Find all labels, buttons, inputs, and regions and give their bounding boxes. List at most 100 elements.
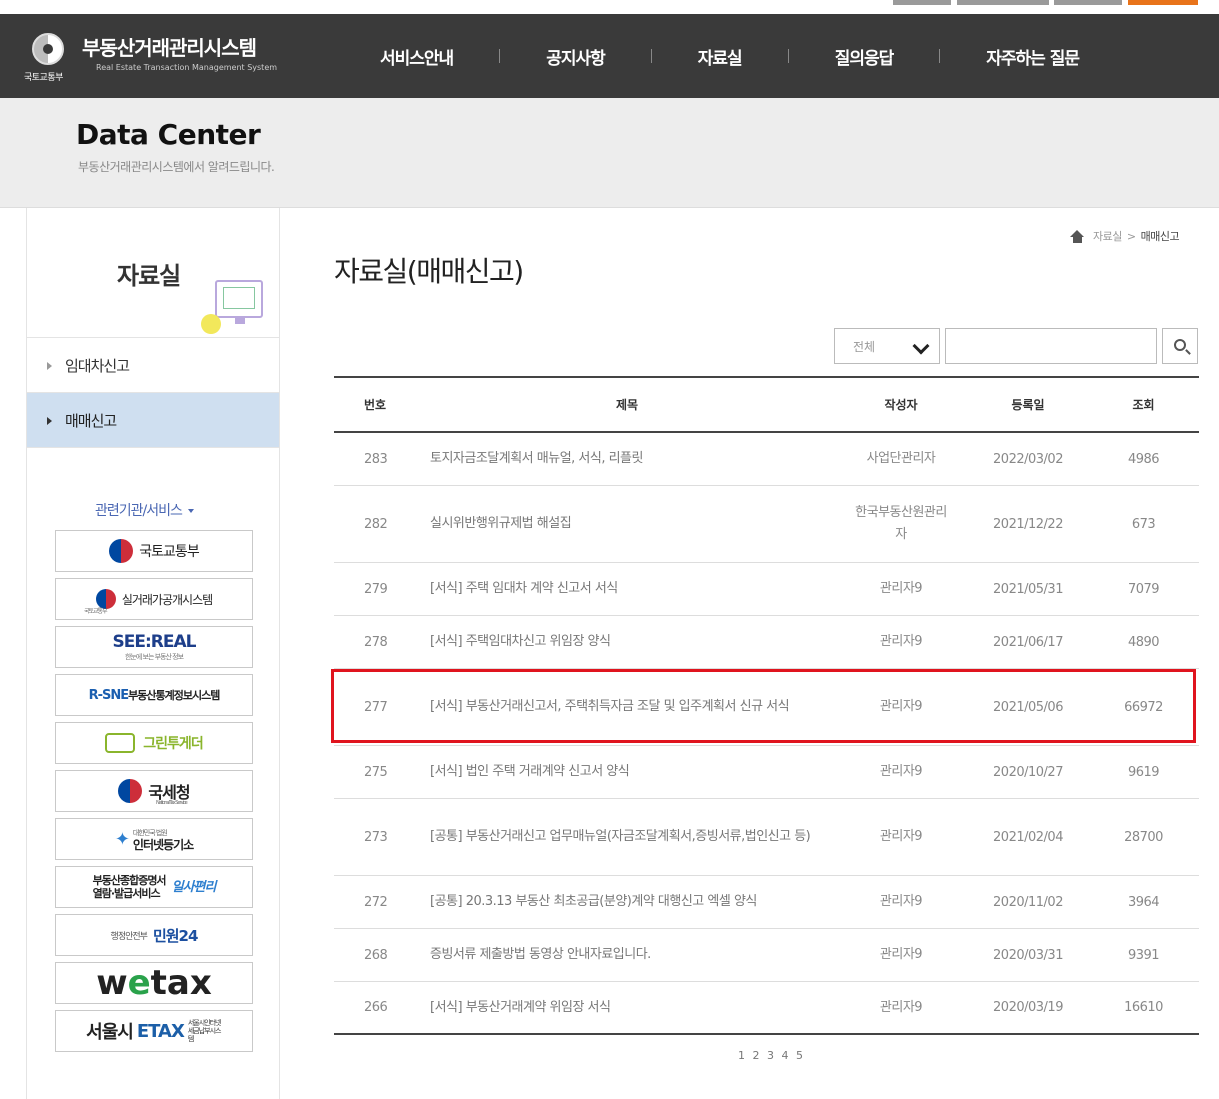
banner-ilsa[interactable]: 부동산종합증명서 열람·발급서비스 일사편리 — [55, 866, 253, 908]
util-button[interactable] — [1128, 0, 1198, 5]
related-services-label: 관련기관/서비스 — [95, 503, 183, 519]
cell-title-link[interactable]: [서식] 주택 임대차 계약 신고서 서식 — [420, 578, 834, 600]
nav-qna[interactable]: 질의응답 — [835, 44, 895, 69]
related-services-toggle[interactable]: 관련기관/서비스 — [95, 500, 194, 520]
util-button[interactable] — [893, 0, 951, 5]
section-title: Data Center — [76, 118, 261, 151]
nav-divider — [939, 49, 941, 63]
cell-views: 7079 — [1127, 581, 1160, 597]
banner-iros[interactable]: ✦ 대한민국 법원 인터넷등기소 — [55, 818, 253, 860]
cell-views: 16610 — [1124, 1000, 1163, 1015]
banner-nts[interactable]: 국세청 National Tax Service — [55, 770, 253, 812]
table-row[interactable]: 278 [서식] 주택임대차신고 위임장 양식 관리자9 2021/06/17 … — [334, 616, 1199, 669]
cell-title-link[interactable]: [서식] 법인 주택 거래계약 신고서 양식 — [420, 761, 834, 783]
banner-label: SEE:REAL — [112, 632, 197, 652]
cell-no: 275 — [364, 764, 388, 780]
banner-rsne[interactable]: R-SNE 부동산통계정보시스템 — [55, 674, 253, 716]
sub-visual-banner: Data Center 부동산거래관리시스템에서 알려드립니다. — [0, 98, 1219, 208]
banner-label: 부동산통계정보시스템 — [128, 689, 220, 702]
cell-no: 266 — [364, 1000, 388, 1015]
banner-brand: ETAX — [136, 1020, 185, 1042]
cell-writer: 관리자9 — [879, 699, 923, 714]
cell-writer: 관리자9 — [879, 634, 923, 649]
monitor-illustration-icon — [215, 280, 263, 324]
breadcrumb: 자료실 > 매매신고 — [1070, 228, 1180, 244]
banner-green-together[interactable]: 그린투게더 — [55, 722, 253, 764]
table-row[interactable]: 272 [공통] 20.3.13 부동산 최초공급(분양)계약 대행신고 엑셀 … — [334, 876, 1199, 929]
cell-title-link[interactable]: [서식] 부동산거래계약 위임장 서식 — [420, 997, 834, 1019]
cell-title-link[interactable]: [공통] 20.3.13 부동산 최초공급(분양)계약 대행신고 엑셀 양식 — [420, 891, 834, 913]
banner-label: 국토교통부 — [139, 544, 199, 560]
chevron-down-icon — [912, 337, 930, 355]
table-row[interactable]: 283 토지자금조달계획서 매뉴얼, 서식, 리플릿 사업단관리자 2022/0… — [334, 433, 1199, 486]
util-button[interactable] — [1054, 0, 1122, 5]
cell-title-link[interactable]: [공통] 부동산거래신고 업무매뉴얼(자금조달계획서,증빙서류,법인신고 등) — [420, 826, 834, 848]
sidebar-item-lease-report[interactable]: 임대차신고 — [27, 338, 279, 393]
nav-datacenter[interactable]: 자료실 — [698, 44, 743, 69]
table-row[interactable]: 275 [서식] 법인 주택 거래계약 신고서 양식 관리자9 2020/10/… — [334, 746, 1199, 799]
nav-notice[interactable]: 공지사항 — [546, 44, 606, 69]
banner-minwon24[interactable]: 행정안전부 민원24 — [55, 914, 253, 956]
cell-title-link[interactable]: [서식] 부동산거래신고서, 주택취득자금 조달 및 입주계획서 신규 서식 — [420, 696, 834, 718]
taegeuk-icon — [95, 589, 116, 609]
page-link[interactable]: 1 — [738, 1049, 746, 1062]
table-row[interactable]: 273 [공통] 부동산거래신고 업무매뉴얼(자금조달계획서,증빙서류,법인신고… — [334, 799, 1199, 876]
search-category-select[interactable]: 전체 — [834, 328, 940, 364]
search-button[interactable] — [1162, 328, 1198, 364]
home-icon[interactable] — [1070, 229, 1085, 243]
table-header: 번호 제목 작성자 등록일 조회 — [334, 378, 1199, 433]
cell-views: 3964 — [1127, 894, 1160, 910]
banner-label: 민원24 — [152, 926, 198, 945]
nav-divider — [499, 49, 501, 63]
logo-subtitle: Real Estate Transaction Management Syste… — [96, 63, 278, 72]
breadcrumb-current: 매매신고 — [1140, 230, 1180, 243]
banner-label: w — [96, 963, 128, 1003]
banner-wetax[interactable]: w e tax — [55, 962, 253, 1004]
search-input[interactable] — [945, 328, 1157, 364]
cell-no: 282 — [364, 516, 388, 532]
banner-tag: 서울시인터넷세금납부시스템 — [187, 1019, 222, 1043]
table-row[interactable]: 279 [서식] 주택 임대차 계약 신고서 서식 관리자9 2021/05/3… — [334, 563, 1199, 616]
cell-date: 2021/05/31 — [993, 581, 1063, 597]
banner-rtms[interactable]: 실거래가공개시스템 국토교통부 — [55, 578, 253, 620]
breadcrumb-parent[interactable]: 자료실 — [1093, 228, 1122, 244]
table-row[interactable]: 268 증빙서류 제출방법 동영상 안내자료입니다. 관리자9 2020/03/… — [334, 929, 1199, 982]
cell-title-link[interactable]: [서식] 주택임대차신고 위임장 양식 — [420, 631, 834, 653]
nav-service[interactable]: 서비스안내 — [380, 44, 454, 69]
banner-tag: 행정안전부 — [110, 931, 148, 942]
table-row[interactable]: 266 [서식] 부동산거래계약 위임장 서식 관리자9 2020/03/19 … — [334, 982, 1199, 1035]
banner-molit[interactable]: 국토교통부 — [55, 530, 253, 572]
page-link[interactable]: 5 — [796, 1049, 804, 1062]
table-row[interactable]: 277 [서식] 부동산거래신고서, 주택취득자금 조달 및 입주계획서 신규 … — [334, 669, 1199, 746]
banner-seereal[interactable]: SEE:REAL 한눈에 보는 부동산 정보 — [55, 626, 253, 668]
page-link[interactable]: 3 — [767, 1049, 775, 1062]
court-star-icon: ✦ — [114, 828, 130, 850]
table-row[interactable]: 282 실시위반행위규제법 해설집 한국부동산원관리자 2021/12/22 6… — [334, 486, 1199, 563]
taegeuk-icon — [109, 539, 134, 563]
cell-title-link[interactable]: 증빙서류 제출방법 동영상 안내자료입니다. — [420, 944, 834, 966]
site-logo[interactable]: 국토교통부 부동산거래관리시스템 Real Estate Transaction… — [24, 30, 294, 86]
pagination: 1 2 3 4 5 — [738, 1049, 806, 1062]
nav-divider — [787, 49, 789, 63]
banner-text-group: 대한민국 법원 인터넷등기소 — [132, 827, 194, 852]
cell-title-link[interactable]: 실시위반행위규제법 해설집 — [420, 513, 834, 535]
banner-tag: National Tax Service — [156, 800, 188, 806]
page-link[interactable]: 4 — [782, 1049, 790, 1062]
main-nav: 서비스안내 공지사항 자료실 질의응답 자주하는 질문 — [380, 14, 1080, 98]
cell-views: 4890 — [1127, 634, 1160, 650]
banner-seoul-etax[interactable]: 서울시 ETAX 서울시인터넷세금납부시스템 — [55, 1010, 253, 1052]
banner-label: 그린투게더 — [143, 736, 203, 752]
cell-date: 2020/11/02 — [993, 894, 1063, 910]
cell-no: 272 — [364, 894, 388, 910]
cell-title-link[interactable]: 토지자금조달계획서 매뉴얼, 서식, 리플릿 — [420, 448, 834, 470]
nav-faq[interactable]: 자주하는 질문 — [986, 44, 1080, 69]
page-link[interactable]: 2 — [753, 1049, 761, 1062]
cell-no: 268 — [364, 947, 388, 963]
cell-no: 277 — [364, 699, 388, 715]
util-button[interactable] — [957, 0, 1049, 5]
banner-label: 인터넷등기소 — [132, 838, 194, 852]
government-emblem-icon — [32, 33, 64, 65]
cell-no: 273 — [364, 829, 388, 845]
side-nav-header: 자료실 — [27, 208, 279, 338]
sidebar-item-sale-report[interactable]: 매매신고 — [27, 393, 279, 448]
